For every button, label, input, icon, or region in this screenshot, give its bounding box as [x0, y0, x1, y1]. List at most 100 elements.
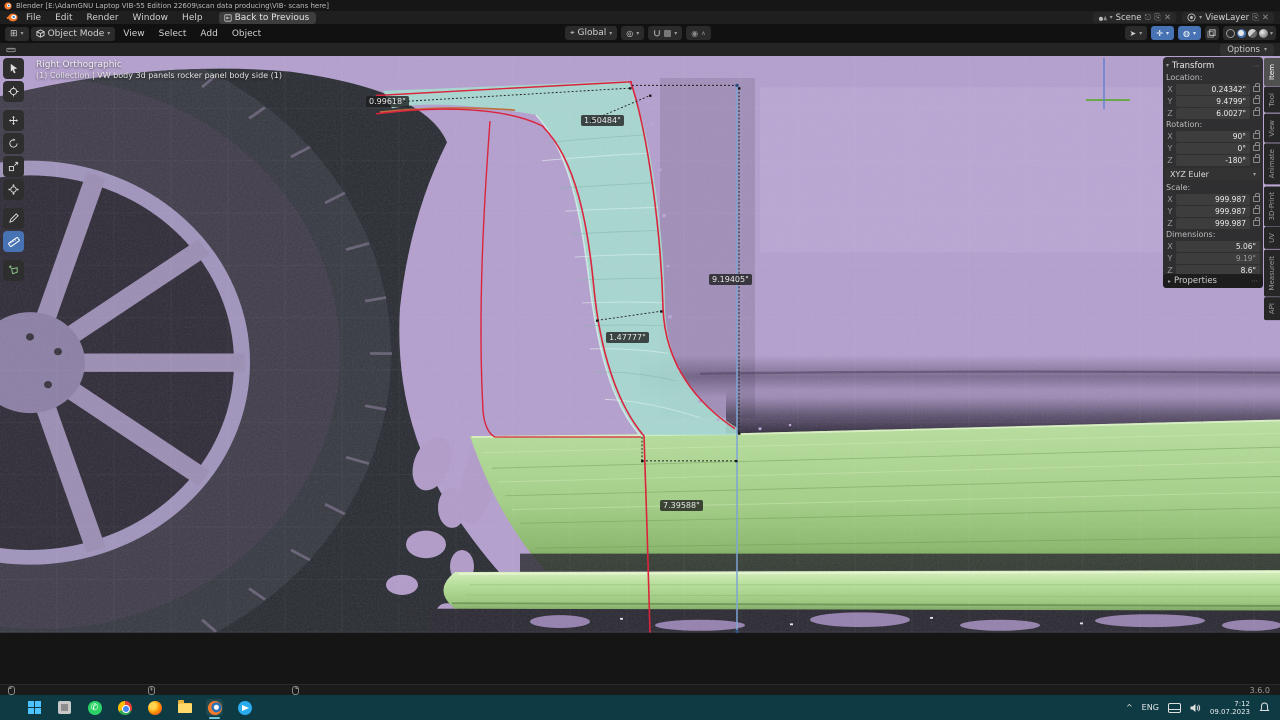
whatsapp-button[interactable]: ✆: [86, 699, 103, 716]
menu-view[interactable]: View: [117, 28, 150, 40]
tab-api[interactable]: API: [1264, 297, 1280, 320]
proportional-edit-controls[interactable]: ◉ ∧: [686, 26, 710, 40]
viewport-header: ⊞ ▾ Object Mode ▾ View Select Add Object…: [0, 24, 1280, 43]
language-indicator[interactable]: ENG: [1142, 703, 1159, 712]
tab-view[interactable]: View: [1264, 114, 1280, 143]
move-icon: [8, 115, 19, 126]
transform-tool[interactable]: [3, 179, 24, 200]
window-title: Blender [E:\AdamGNU Laptop VIB-55 Editio…: [16, 2, 329, 10]
tab-uv[interactable]: UV: [1264, 227, 1280, 249]
touchpad-icon[interactable]: [1168, 703, 1181, 713]
measurement-label-mid[interactable]: 1.47777": [606, 332, 649, 343]
dimensions-x-field[interactable]: 5.06": [1176, 241, 1260, 252]
measurement-label-height[interactable]: 9.19405": [709, 274, 752, 285]
measurement-label-lower[interactable]: 7.39588": [660, 500, 703, 511]
generic-app-button[interactable]: [56, 699, 73, 716]
lock-icon[interactable]: [1253, 145, 1260, 151]
menu-object[interactable]: Object: [226, 28, 267, 40]
scale-x-field[interactable]: 999.987: [1176, 194, 1250, 205]
lock-icon[interactable]: [1253, 133, 1260, 139]
menu-window[interactable]: Window: [127, 12, 175, 24]
display-controls: ➤ ▾ ✛ ▾ ◍ ▾: [1125, 26, 1276, 40]
lock-icon[interactable]: [1253, 110, 1260, 116]
clock[interactable]: 7:12 09.07.2023: [1210, 700, 1250, 716]
telegram-button[interactable]: [236, 699, 253, 716]
scale-z-field[interactable]: 999.987: [1176, 218, 1250, 229]
close-icon[interactable]: ✕: [1164, 13, 1171, 23]
lock-icon[interactable]: [1253, 220, 1260, 226]
rotation-x-field[interactable]: 90°: [1176, 131, 1250, 142]
close-icon[interactable]: ✕: [1262, 13, 1269, 23]
lock-icon[interactable]: [1253, 86, 1260, 92]
firefox-button[interactable]: [146, 699, 163, 716]
lock-icon[interactable]: [1253, 208, 1260, 214]
transform-panel-header[interactable]: ▾ Transform ⋯: [1166, 59, 1260, 72]
start-button[interactable]: [26, 699, 43, 716]
notification-bell-icon[interactable]: [1259, 702, 1270, 713]
rotation-z-field[interactable]: -180°: [1176, 155, 1250, 166]
rotate-tool[interactable]: [3, 133, 24, 154]
material-preview-button[interactable]: [1248, 29, 1257, 38]
tab-item[interactable]: Item: [1264, 58, 1280, 86]
location-z-field[interactable]: 6.0027": [1176, 108, 1250, 119]
blender-logo-menu[interactable]: [6, 13, 18, 22]
menu-help[interactable]: Help: [176, 12, 209, 24]
move-tool[interactable]: [3, 110, 24, 131]
panel-menu-icon[interactable]: ⋯: [1253, 62, 1260, 70]
options-dropdown[interactable]: Options ▾: [1220, 44, 1274, 56]
select-cursor-icon: [8, 63, 19, 74]
speaker-icon[interactable]: [1190, 703, 1201, 713]
tray-expand-chevron[interactable]: ^: [1126, 703, 1133, 712]
properties-panel-header[interactable]: ▸ Properties ⋯: [1163, 274, 1263, 288]
new-layer-icon[interactable]: ⎘: [1252, 13, 1259, 23]
rotation-mode-dropdown[interactable]: XYZ Euler ▾: [1166, 168, 1260, 180]
file-explorer-button[interactable]: [176, 699, 193, 716]
tab-tool[interactable]: Tool: [1264, 87, 1280, 113]
gizmos-toggle[interactable]: ✛ ▾: [1151, 26, 1174, 40]
select-box-tool[interactable]: [3, 58, 24, 79]
measurement-label-upper[interactable]: 1.50484": [581, 115, 624, 126]
scale-tool[interactable]: [3, 156, 24, 177]
measure-tool[interactable]: [3, 231, 24, 252]
viewport-3d[interactable]: Right Orthographic (1) Collection | VW b…: [0, 56, 1280, 684]
orientation-dropdown[interactable]: ⌖ Global ▾: [565, 26, 617, 40]
location-y-field[interactable]: 9.4799": [1176, 96, 1250, 107]
object-visibility-dropdown[interactable]: ➤ ▾: [1125, 26, 1148, 40]
menu-select[interactable]: Select: [153, 28, 193, 40]
lock-icon[interactable]: [1253, 98, 1260, 104]
cursor-tool[interactable]: [3, 81, 24, 102]
snap-controls[interactable]: ▾: [648, 26, 682, 40]
wireframe-shading-button[interactable]: [1226, 29, 1235, 38]
mouse-left-icon: [8, 686, 15, 695]
measurement-label-top[interactable]: 0.99618": [366, 96, 409, 107]
tab-measureit[interactable]: MeasureIt: [1264, 250, 1280, 297]
scene-selector[interactable]: ▾ Scene ⎋ ⎘ ✕: [1093, 12, 1177, 23]
xray-toggle[interactable]: [1205, 26, 1219, 40]
view-layer-selector[interactable]: ▾ ViewLayer ⎘ ✕: [1182, 12, 1274, 23]
blender-taskbar-button[interactable]: [206, 699, 223, 716]
rendered-shading-button[interactable]: [1259, 29, 1268, 38]
rotation-y-field[interactable]: 0°: [1176, 143, 1250, 154]
lock-icon[interactable]: [1253, 196, 1260, 202]
tab-3d-print[interactable]: 3D-Print: [1264, 186, 1280, 226]
menu-render[interactable]: Render: [81, 12, 125, 24]
back-to-previous-button[interactable]: Back to Previous: [219, 12, 317, 24]
solid-shading-button[interactable]: [1237, 29, 1246, 38]
add-cube-tool[interactable]: [3, 260, 24, 281]
scale-y-field[interactable]: 999.987: [1176, 206, 1250, 217]
chrome-button[interactable]: [116, 699, 133, 716]
annotate-tool[interactable]: [3, 208, 24, 229]
dimensions-y-field[interactable]: 9.19": [1176, 253, 1260, 264]
pivot-point-dropdown[interactable]: ◎ ▾: [621, 26, 644, 40]
menu-edit[interactable]: Edit: [49, 12, 78, 24]
overlays-toggle[interactable]: ◍ ▾: [1178, 26, 1201, 40]
mode-dropdown[interactable]: Object Mode ▾: [31, 27, 116, 41]
lock-icon[interactable]: [1253, 157, 1260, 163]
tab-animate[interactable]: Animate: [1264, 143, 1280, 184]
editor-type-dropdown[interactable]: ⊞ ▾: [5, 27, 29, 41]
new-scene-icon[interactable]: ⎘: [1154, 13, 1161, 23]
menu-file[interactable]: File: [20, 12, 47, 24]
menu-add[interactable]: Add: [194, 28, 223, 40]
unlink-icon[interactable]: ⎋: [1145, 13, 1152, 23]
location-x-field[interactable]: 0.24342": [1176, 84, 1250, 95]
